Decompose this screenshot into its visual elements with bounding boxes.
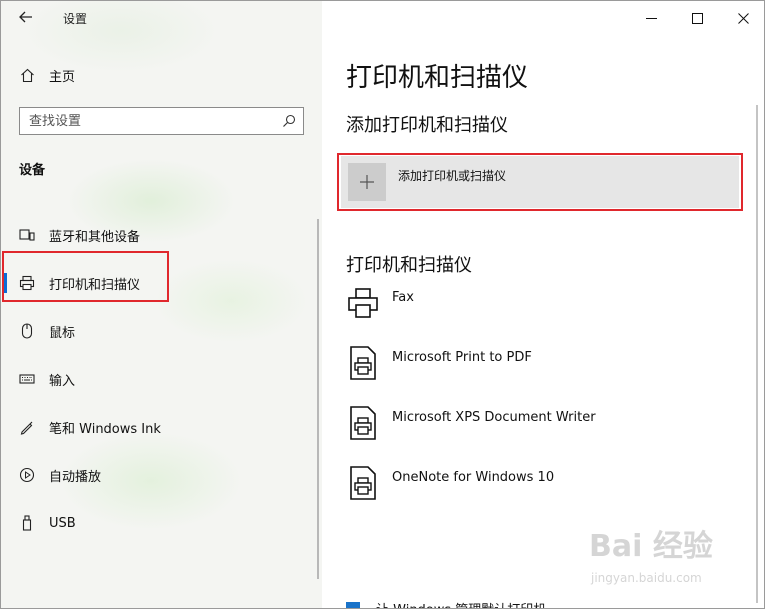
add-section-title: 添加打印机和扫描仪 <box>346 115 508 136</box>
sidebar-item-label: 自动播放 <box>49 469 102 485</box>
add-printer-button[interactable]: 添加打印机或扫描仪 <box>341 156 739 208</box>
printer-item-print-to-pdf[interactable]: Microsoft Print to PDF <box>346 345 746 405</box>
window-controls <box>628 1 764 35</box>
maximize-button[interactable] <box>674 1 720 35</box>
printer-item-onenote[interactable]: OneNote for Windows 10 <box>346 465 746 525</box>
settings-window: 设置 主页 设备 <box>0 0 765 609</box>
watermark-brand: Bai 经验 <box>589 529 713 564</box>
printer-list: Fax Microsoft Print to PDF Microsoft XPS… <box>346 285 746 525</box>
printer-list-title: 打印机和扫描仪 <box>346 255 472 276</box>
autoplay-icon <box>19 467 35 483</box>
sidebar-item-label: 笔和 Windows Ink <box>49 421 161 437</box>
keyboard-icon <box>19 371 35 387</box>
sidebar-item-label: 鼠标 <box>49 325 76 341</box>
section-title-devices: 设备 <box>19 163 46 178</box>
main-scrollbar[interactable] <box>756 105 758 603</box>
back-button[interactable] <box>13 7 39 29</box>
sidebar-scrollbar[interactable] <box>317 219 319 579</box>
arrow-left-icon <box>19 11 32 23</box>
title-bar-left: 设置 <box>1 1 322 35</box>
close-icon <box>737 12 749 24</box>
sidebar-item-usb[interactable]: USB <box>1 499 322 547</box>
sidebar-item-label: 蓝牙和其他设备 <box>49 229 141 245</box>
bluetooth-device-icon <box>19 227 35 243</box>
checkbox-icon[interactable] <box>346 601 360 608</box>
baidu-watermark: Bai 经验 jingyan.baidu.com <box>589 521 739 595</box>
printer-name: OneNote for Windows 10 <box>392 470 555 485</box>
document-printer-icon <box>346 405 380 441</box>
sidebar-item-label: 打印机和扫描仪 <box>49 277 141 293</box>
main-content: 打印机和扫描仪 添加打印机和扫描仪 添加打印机或扫描仪 打印机和扫描仪 Fax <box>322 1 764 608</box>
sidebar-item-label: USB <box>49 515 76 531</box>
search-input[interactable] <box>20 113 278 129</box>
default-printer-checkbox[interactable]: 让 Windows 管理默认打印机 <box>346 599 546 608</box>
plus-icon <box>348 163 386 201</box>
sidebar-item-pen[interactable]: 笔和 Windows Ink <box>1 403 322 451</box>
printer-icon <box>19 275 35 291</box>
minimize-icon <box>645 17 657 19</box>
page-title: 打印机和扫描仪 <box>346 63 529 93</box>
maximize-icon <box>691 12 703 24</box>
default-printer-label: 让 Windows 管理默认打印机 <box>376 599 546 608</box>
sidebar-item-typing[interactable]: 输入 <box>1 355 322 403</box>
printer-item-fax[interactable]: Fax <box>346 285 746 345</box>
document-printer-icon <box>346 465 380 501</box>
usb-icon <box>19 515 35 531</box>
sidebar-item-label: 主页 <box>49 69 76 85</box>
fax-printer-icon <box>346 285 380 321</box>
sidebar-item-autoplay[interactable]: 自动播放 <box>1 451 322 499</box>
printer-item-xps-writer[interactable]: Microsoft XPS Document Writer <box>346 405 746 465</box>
close-button[interactable] <box>720 1 764 35</box>
printer-name: Fax <box>392 290 414 305</box>
minimize-button[interactable] <box>628 1 674 35</box>
search-box <box>19 107 304 135</box>
home-icon <box>19 67 35 83</box>
search-icon[interactable] <box>278 110 300 132</box>
pen-icon <box>19 419 35 435</box>
add-printer-label: 添加打印机或扫描仪 <box>398 168 507 183</box>
sidebar-item-home[interactable]: 主页 <box>1 61 322 89</box>
sidebar: 设置 主页 设备 <box>1 1 322 608</box>
document-printer-icon <box>346 345 380 381</box>
sidebar-item-mouse[interactable]: 鼠标 <box>1 307 322 355</box>
app-title: 设置 <box>63 12 88 26</box>
watermark-site: jingyan.baidu.com <box>591 571 702 585</box>
sidebar-item-printers[interactable]: 打印机和扫描仪 <box>1 259 322 307</box>
sidebar-item-bluetooth[interactable]: 蓝牙和其他设备 <box>1 211 322 259</box>
mouse-icon <box>19 323 35 339</box>
printer-name: Microsoft Print to PDF <box>392 350 532 365</box>
printer-name: Microsoft XPS Document Writer <box>392 410 596 425</box>
sidebar-nav-list: 蓝牙和其他设备 打印机和扫描仪 鼠标 输入 笔和 Windows Ink 自动播… <box>1 211 322 547</box>
sidebar-item-label: 输入 <box>49 373 76 389</box>
